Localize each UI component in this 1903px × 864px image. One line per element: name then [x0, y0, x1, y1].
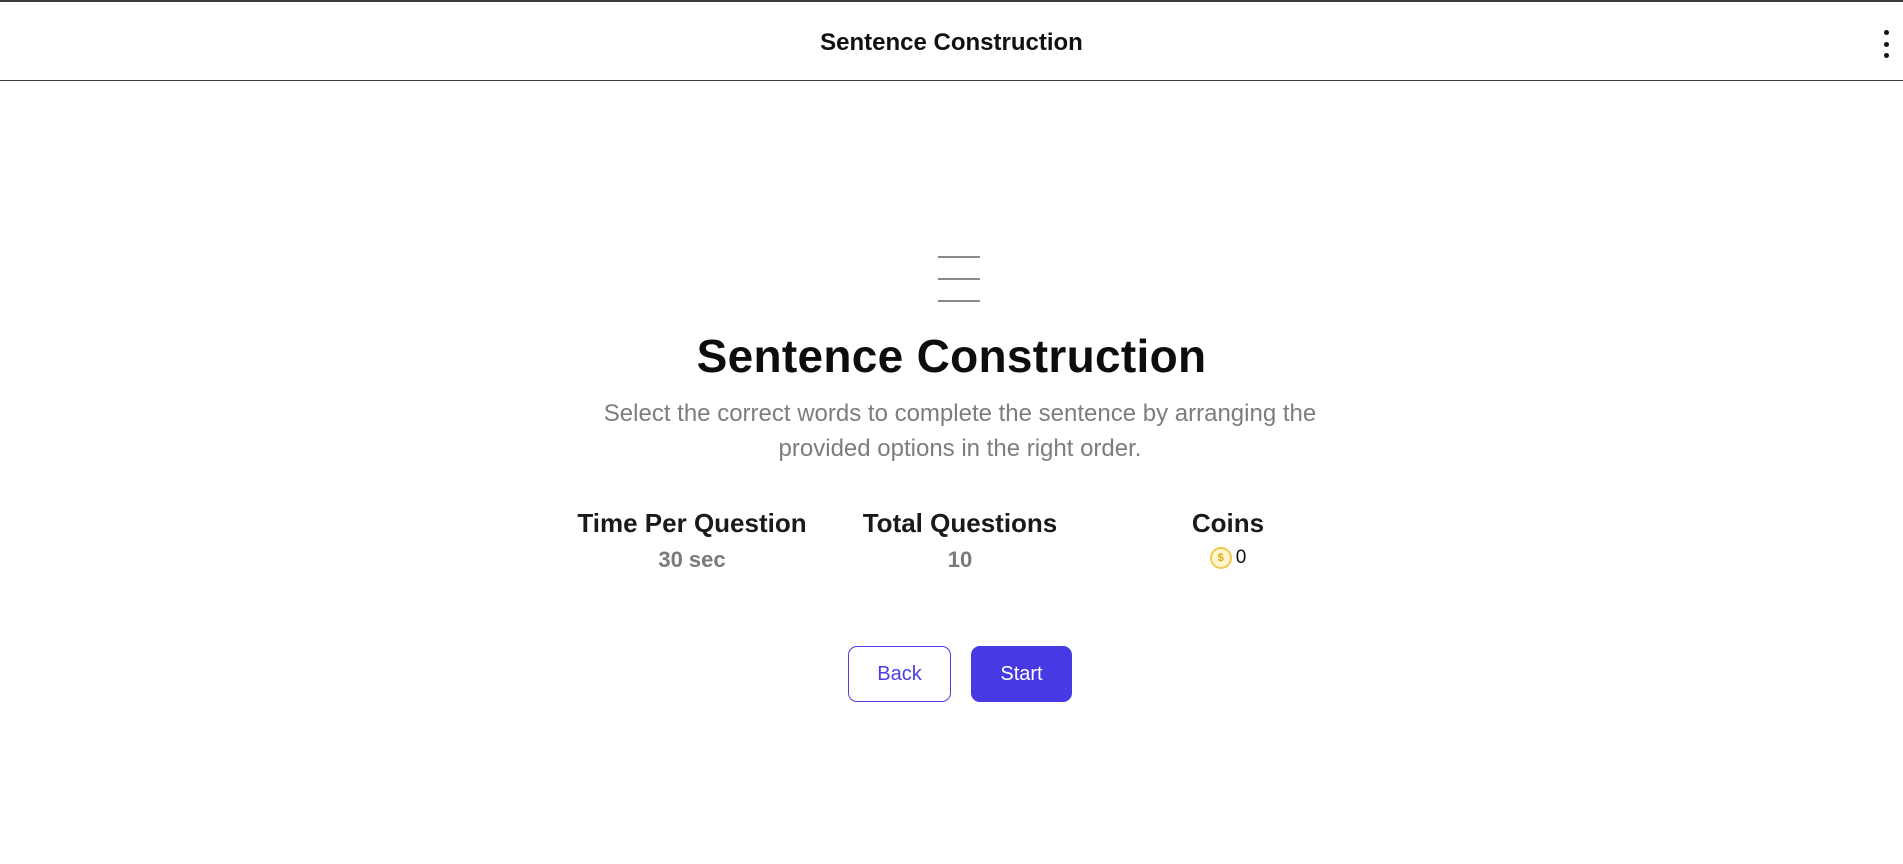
page-title: Sentence Construction: [696, 330, 1207, 382]
page-description: Select the correct words to complete the…: [603, 400, 1317, 462]
kebab-dot: [1883, 53, 1889, 58]
back-button[interactable]: Back: [848, 646, 951, 702]
icon-line: [938, 278, 980, 280]
coins-value: $ 0: [1209, 547, 1247, 569]
top-bar: Sentence Construction: [0, 0, 1903, 81]
main-content: Sentence Construction Select the correct…: [0, 81, 1903, 864]
list-lines-icon: [938, 256, 980, 302]
stat-label: Coins: [1191, 508, 1265, 538]
kebab-dot: [1883, 30, 1889, 35]
header-title: Sentence Construction: [820, 29, 1083, 56]
coins-count: 0: [1235, 547, 1247, 568]
kebab-menu-icon[interactable]: [1877, 30, 1895, 58]
stat-time-per-question: Time Per Question 30 sec: [562, 508, 822, 573]
stat-coins: Coins $ 0: [1098, 508, 1358, 569]
stat-label: Time Per Question: [577, 508, 807, 538]
kebab-dot: [1883, 41, 1889, 47]
stat-total-questions: Total Questions 10: [830, 508, 1090, 573]
icon-line: [938, 256, 980, 258]
stat-value: 30 sec: [658, 547, 726, 572]
start-button[interactable]: Start: [971, 646, 1072, 702]
coin-icon: $: [1209, 547, 1232, 569]
icon-line: [938, 300, 980, 302]
stat-label: Total Questions: [862, 508, 1058, 538]
stat-value: 10: [947, 547, 973, 572]
